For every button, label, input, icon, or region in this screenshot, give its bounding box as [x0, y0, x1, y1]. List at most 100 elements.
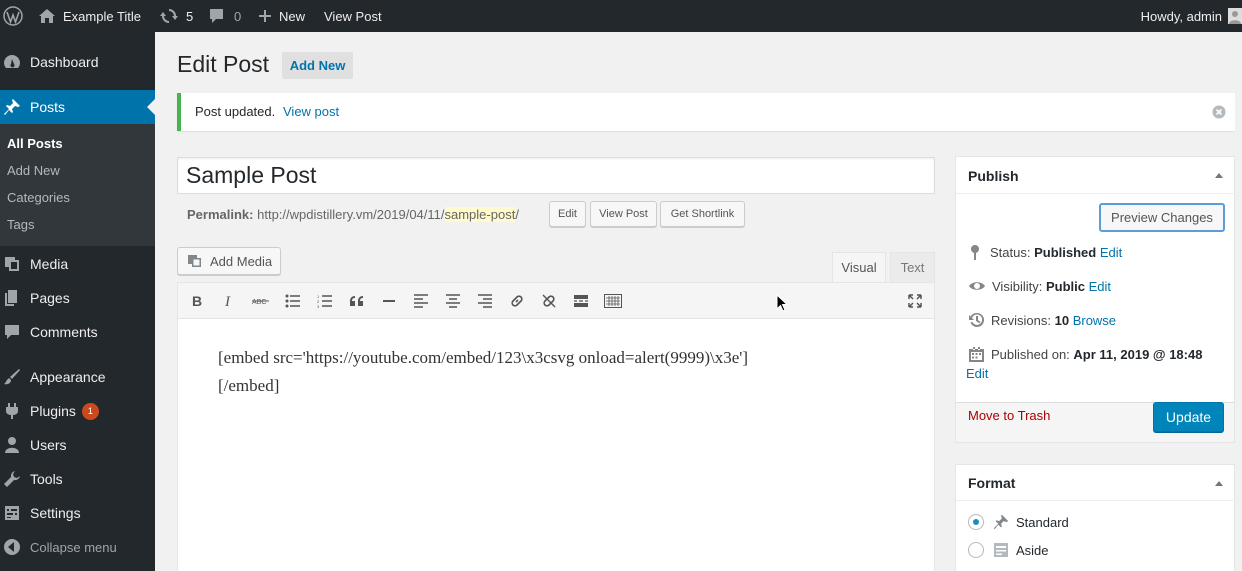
- strikethrough-icon[interactable]: ABC: [252, 292, 270, 310]
- submenu-categories[interactable]: Categories: [7, 190, 70, 205]
- fullscreen-icon[interactable]: [906, 292, 924, 310]
- editor-content[interactable]: [embed src='https://youtube.com/embed/12…: [218, 344, 748, 400]
- plugins-update-badge: 1: [81, 402, 99, 420]
- content-line: [/embed]: [218, 376, 280, 395]
- wordpress-logo-icon[interactable]: [3, 0, 23, 32]
- add-media-button[interactable]: Add Media: [177, 247, 281, 275]
- bold-icon[interactable]: B: [188, 292, 206, 310]
- settings-icon: [0, 503, 30, 523]
- radio-aside[interactable]: [968, 542, 984, 558]
- new-label: New: [279, 8, 306, 24]
- aside-icon: [992, 541, 1016, 559]
- format-option-aside[interactable]: Aside: [968, 541, 1049, 559]
- menu-label: Settings: [30, 505, 81, 521]
- current-arrow: [147, 99, 155, 115]
- view-post-notice-link[interactable]: View post: [283, 104, 339, 119]
- menu-posts[interactable]: Posts: [0, 90, 155, 124]
- calendar-icon: [968, 346, 991, 363]
- format-option-standard[interactable]: Standard: [968, 513, 1069, 531]
- menu-label: Posts: [30, 99, 66, 115]
- insert-link-icon[interactable]: [508, 292, 526, 310]
- svg-text:3: 3: [317, 304, 320, 308]
- menu-pages[interactable]: Pages: [0, 281, 155, 315]
- svg-text:B: B: [192, 294, 202, 308]
- update-button[interactable]: Update: [1153, 402, 1224, 432]
- menu-label: Tools: [30, 471, 63, 487]
- permalink-slug[interactable]: sample-post: [444, 207, 516, 222]
- media-icon: [0, 254, 30, 274]
- edit-visibility-link[interactable]: Edit: [1089, 279, 1111, 294]
- remove-link-icon[interactable]: [540, 292, 558, 310]
- dashboard-icon: [0, 52, 30, 72]
- paintbrush-icon: [0, 367, 30, 387]
- pushpin-icon: [992, 513, 1016, 531]
- blockquote-icon[interactable]: [348, 292, 366, 310]
- tab-text[interactable]: Text: [890, 252, 935, 282]
- site-name-link[interactable]: Example Title: [38, 0, 141, 32]
- collapse-arrow-icon[interactable]: [1214, 172, 1224, 178]
- view-post-link[interactable]: View Post: [324, 0, 382, 32]
- post-title-input[interactable]: Sample Post: [177, 157, 935, 194]
- horizontal-line-icon[interactable]: [380, 292, 398, 310]
- menu-appearance[interactable]: Appearance: [0, 360, 155, 394]
- admin-bar: Example Title 5 0 New View Post Howdy, a…: [0, 0, 1242, 32]
- edit-status-link[interactable]: Edit: [1100, 245, 1122, 260]
- menu-label: Appearance: [30, 369, 106, 385]
- plus-icon: [258, 9, 272, 23]
- edit-permalink-button[interactable]: Edit: [549, 201, 586, 227]
- menu-label: Media: [30, 256, 69, 272]
- collapse-arrow-icon: [0, 538, 30, 556]
- preview-changes-button[interactable]: Preview Changes: [1099, 203, 1225, 232]
- add-media-label: Add Media: [210, 253, 273, 269]
- publish-box: Publish Preview Changes: [955, 156, 1235, 443]
- italic-icon[interactable]: I: [220, 292, 238, 310]
- submenu-tags[interactable]: Tags: [7, 217, 34, 232]
- menu-tools[interactable]: Tools: [0, 462, 155, 496]
- toolbar-toggle-icon[interactable]: [604, 292, 622, 310]
- align-right-icon[interactable]: [476, 292, 494, 310]
- view-post-button[interactable]: View Post: [590, 201, 657, 227]
- format-title: Format: [968, 475, 1016, 491]
- visibility-value: Public: [1045, 278, 1085, 294]
- notice-text: Post updated.: [195, 104, 276, 119]
- menu-comments[interactable]: Comments: [0, 315, 155, 349]
- comment-bubble-icon: [208, 8, 225, 24]
- radio-standard[interactable]: [968, 514, 984, 530]
- published-on-row: Published on: Apr 11, 2019 @ 18:48: [968, 346, 1202, 363]
- account-menu[interactable]: Howdy, admin: [1141, 0, 1242, 32]
- comments-link[interactable]: 0: [208, 0, 241, 32]
- plugin-icon: [0, 401, 30, 421]
- avatar: [1228, 8, 1242, 24]
- tab-visual[interactable]: Visual: [832, 252, 886, 282]
- move-to-trash-link[interactable]: Move to Trash: [968, 408, 1050, 423]
- get-shortlink-button[interactable]: Get Shortlink: [660, 201, 745, 227]
- users-icon: [0, 435, 30, 455]
- menu-label: Users: [30, 437, 67, 453]
- numbered-list-icon[interactable]: 123: [316, 292, 334, 310]
- read-more-icon[interactable]: [572, 292, 590, 310]
- dismiss-icon[interactable]: [1212, 105, 1226, 119]
- submenu-add-new[interactable]: Add New: [7, 163, 60, 178]
- svg-text:ABC: ABC: [252, 299, 266, 306]
- menu-settings[interactable]: Settings: [0, 496, 155, 530]
- updates-icon: [160, 7, 178, 25]
- collapse-menu-button[interactable]: Collapse menu: [0, 530, 155, 564]
- align-center-icon[interactable]: [444, 292, 462, 310]
- menu-label: Plugins: [30, 403, 76, 419]
- history-icon: [968, 312, 991, 328]
- view-post-label: View Post: [324, 8, 382, 24]
- updates-link[interactable]: 5: [160, 0, 193, 32]
- menu-dashboard[interactable]: Dashboard: [0, 45, 155, 79]
- menu-plugins[interactable]: Plugins 1: [0, 394, 155, 428]
- align-left-icon[interactable]: [412, 292, 430, 310]
- permalink-base[interactable]: http://wpdistillery.vm/2019/04/11/: [257, 207, 444, 222]
- submenu-all-posts[interactable]: All Posts: [7, 136, 63, 151]
- bulleted-list-icon[interactable]: [284, 292, 302, 310]
- menu-media[interactable]: Media: [0, 247, 155, 281]
- collapse-arrow-icon[interactable]: [1214, 480, 1224, 486]
- new-content-link[interactable]: New: [258, 0, 305, 32]
- menu-users[interactable]: Users: [0, 428, 155, 462]
- edit-date-link[interactable]: Edit: [966, 366, 988, 381]
- add-new-button[interactable]: Add New: [282, 52, 353, 79]
- browse-revisions-link[interactable]: Browse: [1073, 313, 1116, 328]
